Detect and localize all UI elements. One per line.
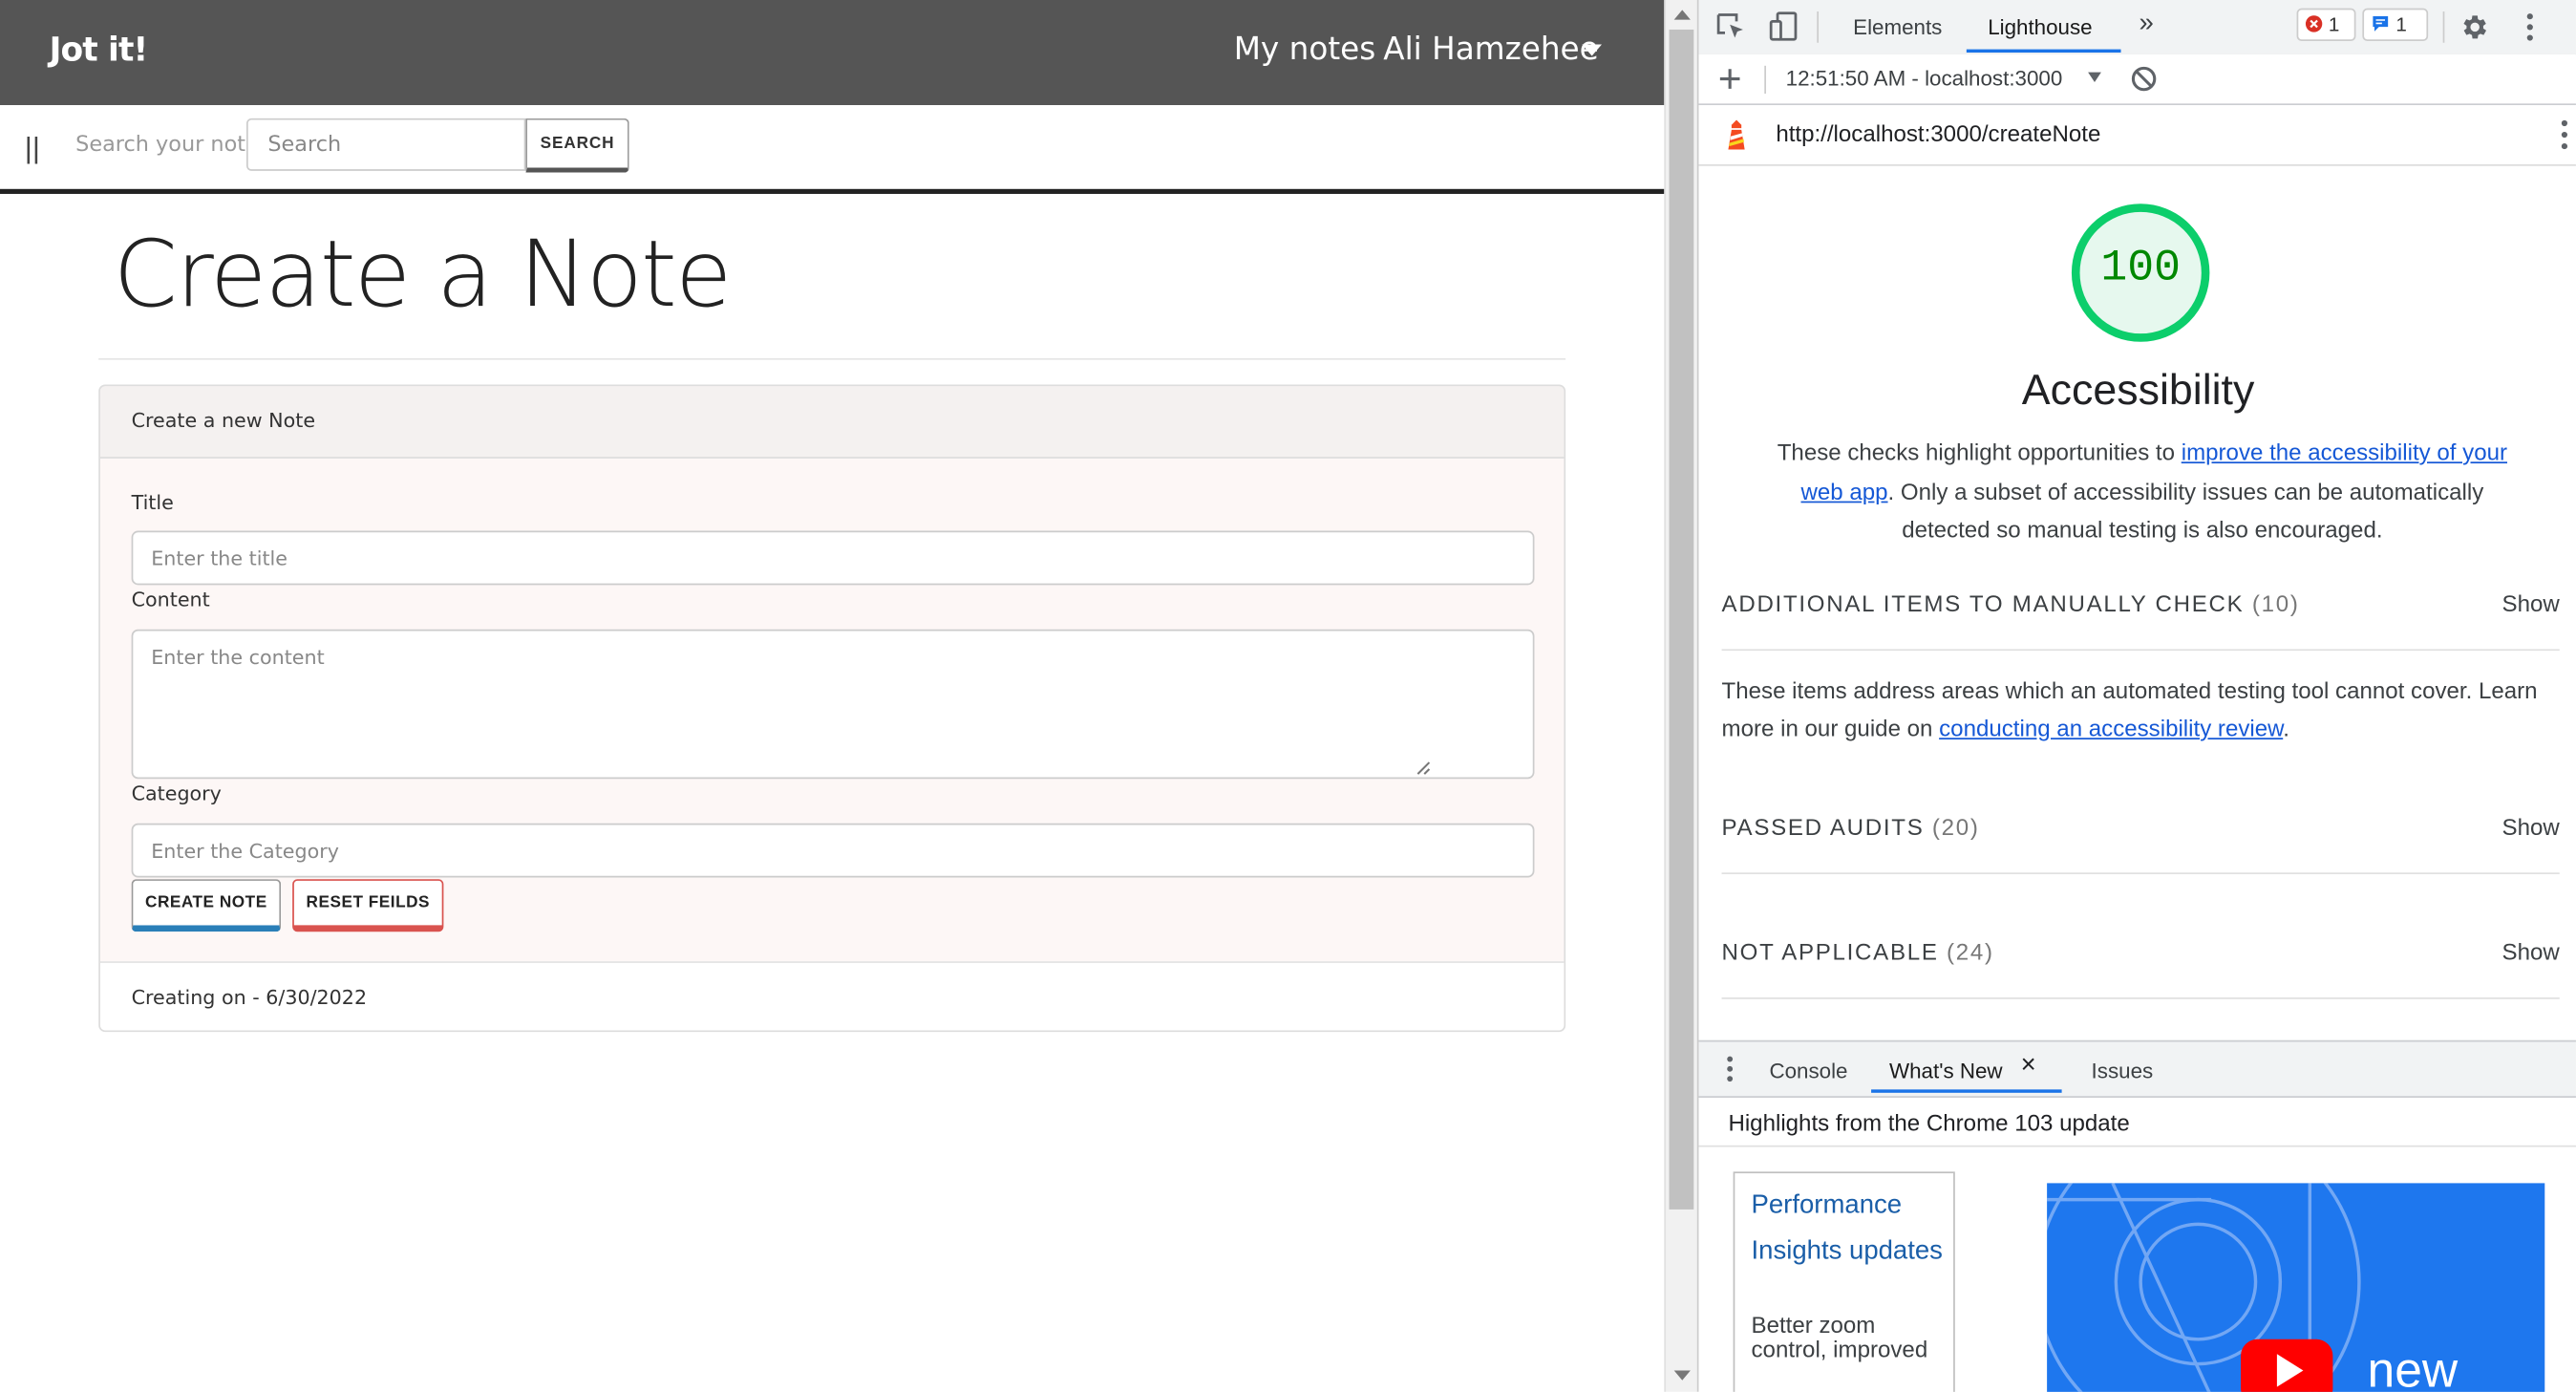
section-count: (10): [2251, 589, 2300, 616]
new-report-plus-icon[interactable]: [1718, 68, 1741, 91]
description-suffix: . Only a subset of accessibility issues …: [1887, 477, 2484, 543]
tab-whats-new[interactable]: What's New: [1889, 1059, 2003, 1083]
inspect-element-icon[interactable]: [1715, 11, 1748, 44]
accessibility-review-link[interactable]: conducting an accessibility review: [1939, 715, 2283, 741]
feature-card-title[interactable]: Performance Insights updates: [1752, 1183, 1946, 1274]
search-bar: || Search your notes SEARCH: [0, 105, 1665, 194]
chevron-down-icon[interactable]: [1582, 44, 1602, 56]
show-button[interactable]: Show: [2502, 938, 2560, 965]
creation-date: Creating on - 6/30/2022: [131, 986, 368, 1010]
report-selector[interactable]: 12:51:50 AM - localhost:3000: [1786, 66, 2063, 91]
category-label: Category: [131, 782, 222, 805]
error-count-badge[interactable]: 1: [2296, 8, 2356, 42]
feature-card-text: Better zoom control, improved: [1751, 1311, 1928, 1362]
clear-reports-icon[interactable]: [2131, 66, 2158, 93]
card-header: Create a new Note: [99, 386, 1565, 459]
active-tab-indicator: [1966, 49, 2121, 54]
close-tab-icon[interactable]: ×: [2021, 1052, 2036, 1081]
drawer-tab-bar: Console What's New × Issues: [1698, 1039, 2576, 1098]
sidebar-toggle-icon[interactable]: ||: [25, 132, 40, 166]
content-label: Content: [131, 588, 210, 611]
devtools-panel: Elements Lighthouse » 1 1 12:51:50 AM - …: [1696, 0, 2576, 1392]
active-drawer-tab-indicator: [1871, 1089, 2062, 1093]
toolbar-divider: [1817, 11, 1820, 43]
my-notes-link[interactable]: My notes: [1234, 32, 1376, 68]
heading-divider: [1698, 1145, 2576, 1147]
lighthouse-logo-icon: [1728, 119, 1745, 150]
card-header-text: Create a new Note: [131, 409, 316, 433]
brand-logo[interactable]: Jot it!: [50, 30, 149, 69]
scroll-thumb[interactable]: [1669, 29, 1694, 1210]
show-button[interactable]: Show: [2502, 813, 2560, 840]
section-title-text: PASSED AUDITS: [1721, 813, 1925, 840]
report-menu-icon[interactable]: [2558, 118, 2571, 151]
score-gauge: 100: [2071, 203, 2210, 342]
create-note-card: Create a new Note Title Content Category…: [98, 384, 1566, 1033]
drawer-menu-icon[interactable]: [1725, 1055, 1735, 1082]
content-field[interactable]: [131, 629, 1535, 780]
category-field[interactable]: [131, 823, 1535, 878]
tab-issues[interactable]: Issues: [2092, 1059, 2154, 1083]
title-field[interactable]: [131, 530, 1535, 586]
page-scrollbar[interactable]: [1664, 0, 1699, 1392]
report-url-bar: http://localhost:3000/createNote: [1698, 105, 2576, 166]
card-footer: Creating on - 6/30/2022: [99, 961, 1565, 1031]
error-icon: [2305, 15, 2323, 32]
scroll-up-arrow-icon[interactable]: [1673, 10, 1691, 20]
devtools-toolbar: Elements Lighthouse » 1 1: [1698, 0, 2576, 56]
create-note-button[interactable]: CREATE NOTE: [131, 879, 282, 932]
device-toolbar-icon[interactable]: [1768, 10, 1800, 42]
search-input[interactable]: [246, 118, 526, 171]
more-options-icon[interactable]: [2523, 11, 2537, 43]
tab-elements[interactable]: Elements: [1853, 14, 1942, 39]
resize-grip-icon[interactable]: [1415, 760, 1431, 776]
lighthouse-toolbar: 12:51:50 AM - localhost:3000: [1698, 54, 2576, 106]
section-title-text: ADDITIONAL ITEMS TO MANUALLY CHECK: [1721, 589, 2245, 616]
manual-check-description: These items address areas which an autom…: [1722, 672, 2560, 747]
more-tabs-icon[interactable]: »: [2139, 10, 2153, 39]
section-not-applicable[interactable]: NOT APPLICABLE (24) Show: [1721, 938, 2560, 999]
message-count: 1: [2395, 12, 2407, 36]
section-passed-audits[interactable]: PASSED AUDITS (20) Show: [1721, 813, 2560, 875]
tab-console[interactable]: Console: [1769, 1059, 1847, 1083]
section-title-text: NOT APPLICABLE: [1721, 938, 1939, 965]
section-count: (24): [1947, 938, 1994, 965]
video-caption: new: [2367, 1343, 2459, 1392]
reset-fields-button[interactable]: RESET FEILDS: [292, 879, 444, 932]
section-title: ADDITIONAL ITEMS TO MANUALLY CHECK (10): [1722, 589, 2300, 616]
report-dropdown-icon[interactable]: [2088, 72, 2101, 82]
whats-new-heading: Highlights from the Chrome 103 update: [1728, 1109, 2130, 1136]
search-label: Search your notes: [75, 133, 270, 159]
top-navbar: Jot it! My notes Ali Hamzehee: [0, 0, 1665, 106]
manual-desc-suffix: .: [2283, 715, 2289, 741]
section-manual-check[interactable]: ADDITIONAL ITEMS TO MANUALLY CHECK (10) …: [1721, 589, 2560, 652]
message-count-badge[interactable]: 1: [2362, 8, 2429, 42]
toolbar-divider: [1764, 65, 1766, 95]
toolbar-divider: [2442, 11, 2445, 43]
tab-lighthouse[interactable]: Lighthouse: [1988, 14, 2092, 39]
title-label: Title: [131, 491, 174, 515]
user-menu[interactable]: Ali Hamzehee: [1383, 32, 1599, 68]
show-button[interactable]: Show: [2502, 589, 2560, 616]
scroll-down-arrow-icon[interactable]: [1673, 1370, 1691, 1381]
section-title: PASSED AUDITS (20): [1722, 813, 1980, 840]
note-app: Jot it! My notes Ali Hamzehee || Search …: [0, 0, 1665, 1392]
section-title: NOT APPLICABLE (24): [1722, 938, 1994, 965]
video-thumbnail[interactable]: new: [2047, 1183, 2545, 1392]
error-count: 1: [2328, 12, 2340, 36]
page-title: Create a Note: [113, 222, 733, 329]
category-title: Accessibility: [2021, 364, 2255, 415]
settings-gear-icon[interactable]: [2459, 11, 2491, 43]
report-url: http://localhost:3000/createNote: [1776, 119, 2101, 147]
category-description: These checks highlight opportunities to …: [1764, 434, 2520, 549]
search-button[interactable]: SEARCH: [525, 118, 629, 173]
title-divider: [98, 357, 1566, 360]
score-value: 100: [2100, 245, 2181, 294]
section-count: (20): [1931, 813, 1980, 840]
description-prefix: These checks highlight opportunities to: [1777, 439, 2182, 465]
message-icon: [2373, 16, 2389, 32]
feature-card[interactable]: Performance Insights updates Better zoom…: [1733, 1171, 1955, 1392]
chrome-logo-illustration-icon: [2047, 1183, 2361, 1392]
